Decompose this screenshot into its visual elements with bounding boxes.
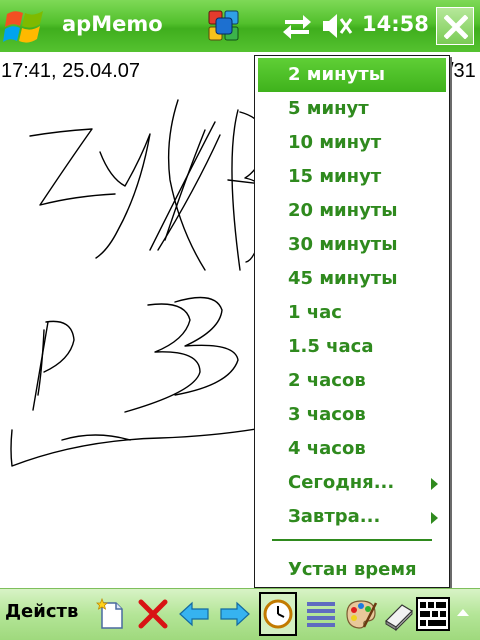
- eraser-icon[interactable]: [382, 597, 416, 632]
- menu-item-2-hours[interactable]: 2 часов: [258, 364, 446, 398]
- activesync-icon[interactable]: [207, 9, 241, 43]
- windows-logo-icon[interactable]: [3, 4, 49, 48]
- menu-item-1-hour[interactable]: 1 час: [258, 296, 446, 330]
- bottom-toolbar: Действ: [0, 588, 480, 640]
- palette-icon[interactable]: [344, 597, 378, 631]
- back-arrow-icon[interactable]: [177, 597, 211, 631]
- actions-menu-button[interactable]: Действ: [5, 601, 78, 622]
- menu-separator: [272, 539, 432, 541]
- menu-item-30-minutes[interactable]: 30 минуты: [258, 228, 446, 262]
- submenu-arrow-icon: [431, 478, 438, 490]
- menu-item-tomorrow-label: Завтра...: [288, 506, 381, 527]
- menu-item-2-minutes[interactable]: 2 минуты: [258, 58, 446, 92]
- submenu-arrow-icon: [431, 512, 438, 524]
- input-panel-up-arrow-icon[interactable]: [457, 609, 469, 616]
- menu-item-3-hours[interactable]: 3 часов: [258, 398, 446, 432]
- network-icon[interactable]: [281, 11, 313, 41]
- menu-item-tomorrow[interactable]: Завтра...: [258, 500, 446, 534]
- menu-item-1-5-hours[interactable]: 1.5 часа: [258, 330, 446, 364]
- title-bar: apMemo 14:58: [0, 0, 480, 52]
- close-icon: [444, 15, 468, 39]
- menu-item-today-label: Сегодня...: [288, 472, 395, 493]
- menu-item-today[interactable]: Сегодня...: [258, 466, 446, 500]
- forward-arrow-icon[interactable]: [218, 597, 252, 631]
- app-title: apMemo: [62, 12, 163, 36]
- memo-date-fragment: /31: [448, 60, 476, 82]
- close-button[interactable]: [436, 7, 474, 45]
- reminder-time-menu: 2 минуты 5 минут 10 минут 15 минут 20 ми…: [254, 55, 450, 588]
- alarm-clock-icon: [263, 599, 293, 629]
- new-memo-icon[interactable]: [94, 597, 128, 631]
- menu-item-4-hours[interactable]: 4 часов: [258, 432, 446, 466]
- menu-item-45-minutes[interactable]: 45 минуты: [258, 262, 446, 296]
- keyboard-icon[interactable]: [416, 597, 450, 631]
- menu-item-5-minutes[interactable]: 5 минут: [258, 92, 446, 126]
- menu-item-20-minutes[interactable]: 20 минуты: [258, 194, 446, 228]
- speaker-muted-icon[interactable]: [320, 11, 354, 41]
- delete-icon[interactable]: [136, 597, 170, 631]
- menu-item-15-minutes[interactable]: 15 минут: [258, 160, 446, 194]
- lines-icon[interactable]: [304, 597, 338, 631]
- alarm-clock-button[interactable]: [259, 592, 297, 636]
- memo-timestamp: 17:41, 25.04.07: [1, 60, 141, 82]
- menu-item-set-time[interactable]: Устан время: [258, 553, 446, 587]
- menu-item-10-minutes[interactable]: 10 минут: [258, 126, 446, 160]
- clock-text[interactable]: 14:58: [362, 12, 429, 36]
